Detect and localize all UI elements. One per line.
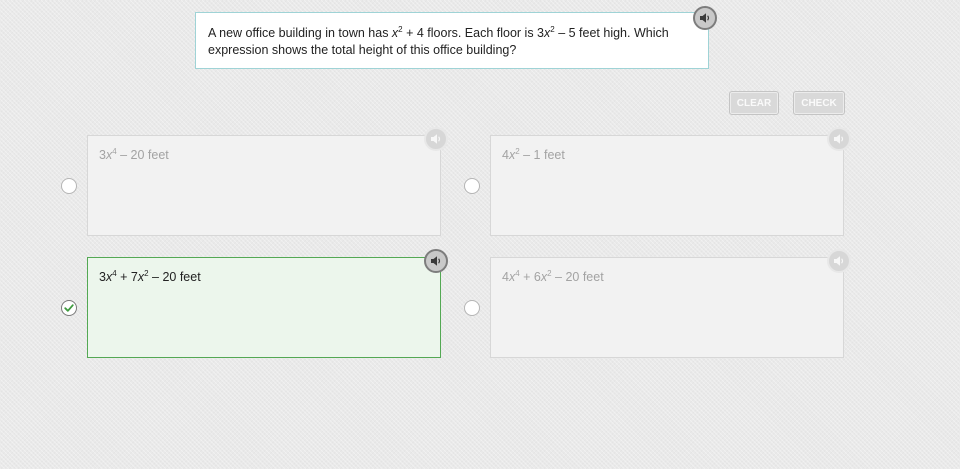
answer-1-speaker-icon[interactable]	[424, 127, 448, 151]
answer-radio-1[interactable]	[61, 178, 77, 194]
answer-radio-3[interactable]	[61, 300, 77, 316]
question-speaker-icon[interactable]	[693, 6, 717, 30]
answer-option-3[interactable]: 3x4 + 7x2 – 20 feet	[87, 257, 441, 358]
answer-3-speaker-icon[interactable]	[424, 249, 448, 273]
answer-text-4: 4x4 + 6x2 – 20 feet	[502, 268, 604, 284]
question-box: A new office building in town has x2 + 4…	[195, 12, 709, 69]
answer-text-3: 3x4 + 7x2 – 20 feet	[99, 268, 201, 284]
answer-option-2[interactable]: 4x2 – 1 feet	[490, 135, 844, 236]
clear-button[interactable]: CLEAR	[729, 91, 779, 115]
question-text: A new office building in town has x2 + 4…	[208, 24, 669, 57]
answer-radio-4[interactable]	[464, 300, 480, 316]
answer-2-speaker-icon[interactable]	[827, 127, 851, 151]
answer-text-1: 3x4 – 20 feet	[99, 146, 169, 162]
answer-4-speaker-icon[interactable]	[827, 249, 851, 273]
answer-radio-2[interactable]	[464, 178, 480, 194]
answer-option-4[interactable]: 4x4 + 6x2 – 20 feet	[490, 257, 844, 358]
answer-option-1[interactable]: 3x4 – 20 feet	[87, 135, 441, 236]
check-button[interactable]: CHECK	[793, 91, 845, 115]
check-mark-icon	[64, 304, 74, 312]
answer-text-2: 4x2 – 1 feet	[502, 146, 565, 162]
